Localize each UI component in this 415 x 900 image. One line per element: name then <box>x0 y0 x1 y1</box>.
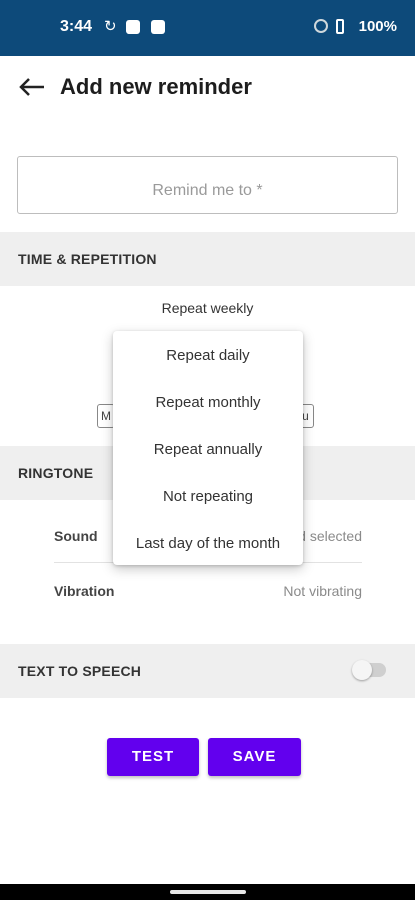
repeat-dropdown[interactable]: Repeat weekly <box>0 300 415 316</box>
test-button[interactable]: TEST <box>107 738 199 776</box>
page-title: Add new reminder <box>60 74 252 99</box>
text-to-speech-title: TEXT TO SPEECH <box>18 663 142 679</box>
repeat-options-menu: Repeat daily Repeat monthly Repeat annua… <box>113 331 303 565</box>
back-arrow-icon[interactable] <box>18 76 46 98</box>
menu-item-last-day-of-month[interactable]: Last day of the month <box>113 535 303 552</box>
sound-label[interactable]: Sound <box>54 528 98 544</box>
ringtone-title: RINGTONE <box>18 465 94 481</box>
hotspot-icon <box>314 19 328 33</box>
sync-icon: ↻ <box>104 18 117 35</box>
menu-item-repeat-daily[interactable]: Repeat daily <box>113 347 303 364</box>
notification-icon-2 <box>151 20 165 34</box>
save-button[interactable]: SAVE <box>208 738 301 776</box>
menu-item-repeat-monthly[interactable]: Repeat monthly <box>113 394 303 411</box>
vibration-value[interactable]: Not vibrating <box>283 583 362 599</box>
remind-me-input[interactable]: Remind me to * <box>17 156 398 214</box>
notification-icon <box>126 20 140 34</box>
sound-value[interactable]: d selected <box>298 528 362 544</box>
status-bar: 3:44 ↻ 100% <box>0 0 415 56</box>
battery-level: 100% <box>358 18 397 35</box>
time-repetition-title: TIME & REPETITION <box>18 251 157 267</box>
menu-item-repeat-annually[interactable]: Repeat annually <box>113 441 303 458</box>
toggle-knob[interactable] <box>352 660 372 680</box>
status-time: 3:44 <box>60 18 93 35</box>
vibration-label[interactable]: Vibration <box>54 583 114 599</box>
time-repetition-section-header: TIME & REPETITION <box>0 232 415 286</box>
gesture-handle[interactable] <box>170 890 246 894</box>
battery-icon <box>336 19 344 34</box>
remind-me-placeholder: Remind me to * <box>152 182 263 199</box>
menu-item-not-repeating[interactable]: Not repeating <box>113 488 303 505</box>
